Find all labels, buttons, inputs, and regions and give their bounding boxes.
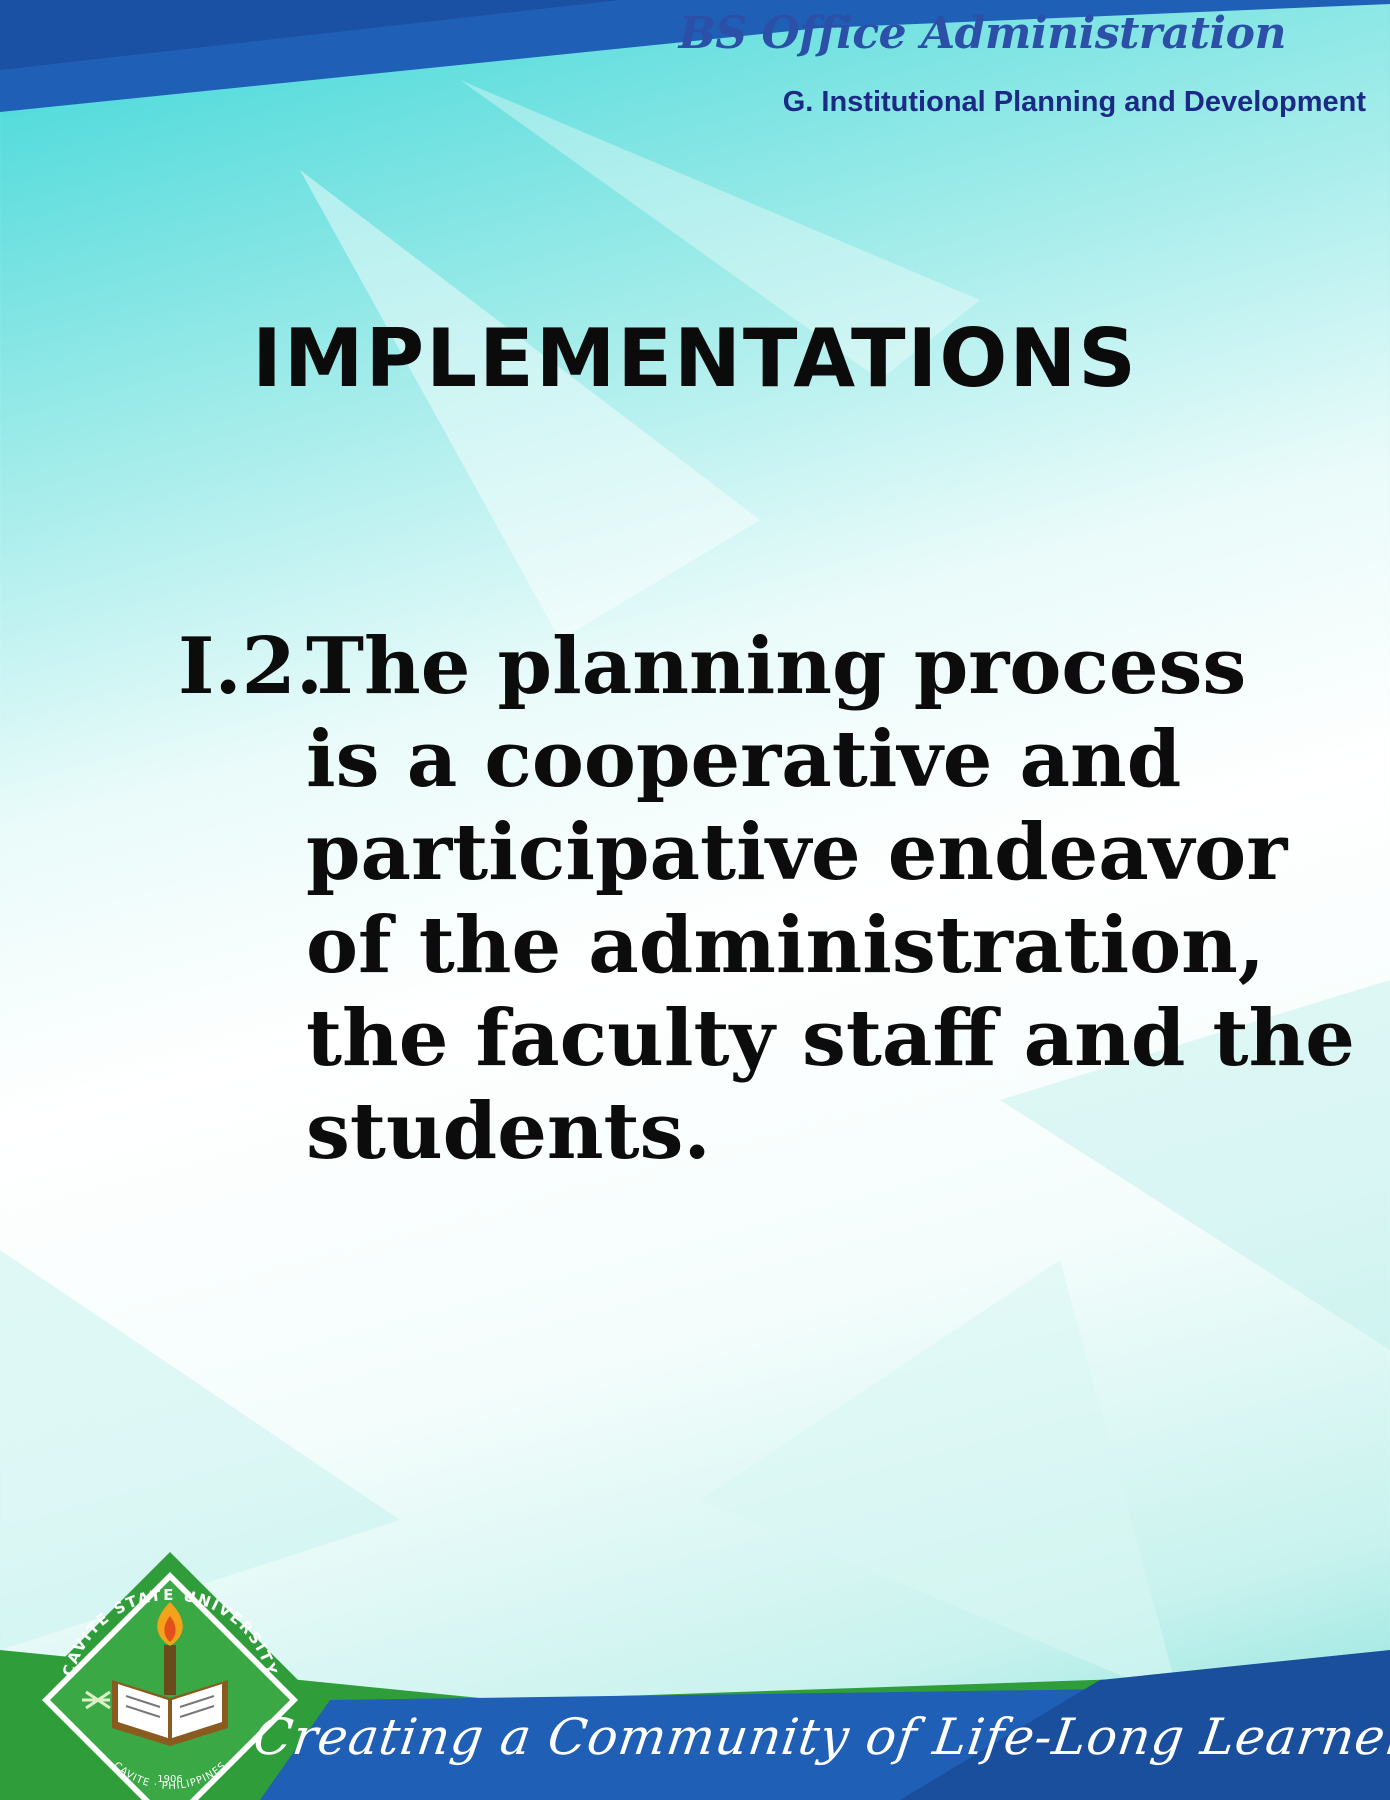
criterion-line: is a cooperative and xyxy=(306,714,1182,805)
criterion-line: the faculty staff and the xyxy=(306,993,1355,1084)
criterion-line: participative endeavor xyxy=(306,807,1288,898)
page-title: IMPLEMENTATIONS xyxy=(252,312,1138,405)
criterion-line: of the administration, xyxy=(306,900,1265,991)
criterion-line: students. xyxy=(306,1086,711,1177)
criterion-block: I.2. The planning process is a cooperati… xyxy=(178,620,1358,1178)
criterion-statement: The planning process is a cooperative an… xyxy=(306,620,1355,1178)
criterion-line: The planning process xyxy=(306,621,1247,712)
footer-tagline: Creating a Community of Life-Long Learne… xyxy=(249,1708,1390,1766)
program-title: BS Office Administration xyxy=(678,8,1287,59)
seal-year: 1906 xyxy=(157,1774,182,1785)
criterion-number: I.2. xyxy=(178,621,324,712)
section-title: G. Institutional Planning and Developmen… xyxy=(782,86,1366,118)
